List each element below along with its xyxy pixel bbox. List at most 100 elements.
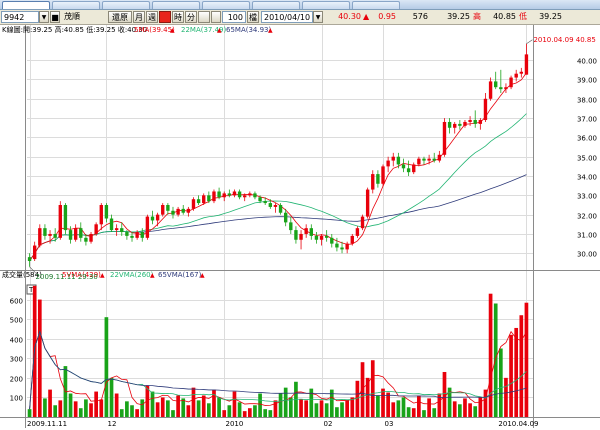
candlestick — [365, 187, 370, 219]
volume-bar — [150, 391, 155, 417]
week-button[interactable]: 週 — [146, 11, 158, 23]
hour-button[interactable]: 時 — [172, 11, 184, 23]
candle-body — [109, 218, 114, 231]
toggle-button[interactable] — [198, 11, 210, 23]
volume-bar — [84, 399, 88, 417]
date-input[interactable]: 2010/04/10 — [261, 11, 313, 23]
volume-bar — [432, 408, 437, 417]
price-panel-header: K線圖:開:39.25 高:40.85 低:39.25 收:40.30 — [2, 25, 147, 34]
ma5-legend: 5MA(39.45) — [134, 26, 175, 34]
tab-2[interactable] — [52, 1, 100, 9]
tab-6[interactable] — [252, 1, 300, 9]
volume-bar — [468, 403, 472, 417]
candle-body — [324, 235, 329, 238]
volume-tick-label: 600 — [10, 298, 23, 306]
tab-4[interactable] — [152, 1, 200, 9]
volume-bar — [370, 360, 375, 417]
volume-bar — [478, 397, 483, 417]
volume-bar — [422, 410, 426, 417]
volume-tick-label: 200 — [10, 376, 23, 384]
volume-bar — [78, 408, 83, 417]
candle-body — [217, 191, 221, 198]
candle-body — [104, 205, 109, 219]
candle-body — [299, 233, 303, 240]
candle-body — [130, 235, 134, 238]
volume-bar — [396, 400, 401, 417]
volume-value: 576 — [412, 12, 428, 21]
candle-body — [166, 205, 170, 211]
candle-body — [447, 121, 452, 128]
candlestick — [145, 214, 150, 240]
bar-count-button[interactable]: 檔 — [247, 11, 259, 23]
volume-bar — [360, 362, 365, 417]
volume-bar — [406, 407, 411, 417]
candle-body — [499, 87, 503, 90]
volume-bar — [340, 402, 344, 417]
day-button[interactable] — [159, 11, 171, 23]
candlestick — [381, 164, 385, 186]
volume-bar — [350, 397, 355, 417]
price-tick-label: 40.00 — [577, 58, 597, 66]
volume-bar — [386, 392, 390, 417]
stock-type-icon[interactable]: ■ — [50, 11, 60, 23]
volume-bar — [130, 405, 134, 417]
date-tick-label: 2010 — [226, 420, 244, 428]
minute-button[interactable]: 分 — [185, 11, 197, 23]
vma5-arrow-icon: ▲ — [100, 272, 105, 279]
volume-bar — [201, 395, 206, 417]
volume-bar — [135, 409, 139, 417]
candle-body — [181, 208, 185, 213]
restore-button[interactable]: 還原 — [108, 11, 132, 23]
volume-bar — [319, 400, 324, 417]
ma65-legend: 65MA(34.93) — [226, 26, 272, 34]
candle-body — [365, 189, 370, 217]
price-tick-label: 38.00 — [577, 97, 597, 105]
candle-body — [145, 216, 150, 238]
candle-body — [406, 168, 411, 173]
candle-body — [79, 228, 83, 238]
date-tick-label: 03 — [385, 420, 394, 428]
candle-body — [335, 243, 339, 248]
month-button[interactable]: 月 — [133, 11, 145, 23]
volume-bar — [166, 400, 170, 417]
volume-bar — [114, 393, 119, 417]
volume-bar — [417, 395, 421, 417]
volume-bar — [191, 387, 196, 417]
volume-bar — [268, 410, 273, 417]
candle-body — [401, 164, 406, 169]
volume-bar — [99, 399, 104, 417]
volume-bar — [37, 299, 42, 417]
tab-5[interactable] — [202, 1, 250, 9]
stock-code-input[interactable]: 9942 — [1, 11, 39, 23]
volume-bar — [227, 405, 232, 417]
stock-name: 茂順 — [64, 12, 80, 21]
candle-body — [68, 230, 73, 240]
high-price: 40.85 — [493, 12, 516, 21]
candle-body — [283, 212, 288, 223]
toolbar: 9942 ▼ ■ 茂順 還原 月 週 時 分 100 檔 2010/04/10 … — [0, 10, 600, 25]
candle-body — [48, 233, 52, 236]
date-dropdown-icon[interactable]: ▼ — [313, 11, 323, 23]
tab-technical-analysis[interactable] — [2, 1, 50, 9]
candle-body — [468, 120, 472, 122]
dropdown-arrow-icon[interactable]: ▼ — [39, 11, 49, 23]
tab-7[interactable] — [302, 1, 350, 9]
volume-bar — [514, 327, 519, 417]
candle-body — [350, 235, 354, 244]
candle-body — [253, 193, 257, 198]
date-tick-label: 2009.11.11 — [27, 420, 67, 428]
volume-bar — [43, 398, 47, 417]
option-button[interactable] — [211, 11, 221, 23]
volume-bar — [207, 403, 211, 417]
low-price: 39.25 — [539, 12, 562, 21]
tab-8[interactable] — [352, 1, 400, 9]
candlestick — [94, 222, 98, 236]
volume-bar — [498, 348, 503, 417]
candlestick — [509, 75, 513, 90]
candle-body — [161, 205, 165, 215]
tab-3[interactable] — [102, 1, 150, 9]
volume-bar — [58, 400, 63, 417]
bar-count-input[interactable]: 100 — [222, 11, 246, 23]
stock-chart[interactable]: K線圖:開:39.25 高:40.85 低:39.25 收:40.30 5MA(… — [0, 25, 600, 428]
candle-body — [360, 216, 365, 229]
